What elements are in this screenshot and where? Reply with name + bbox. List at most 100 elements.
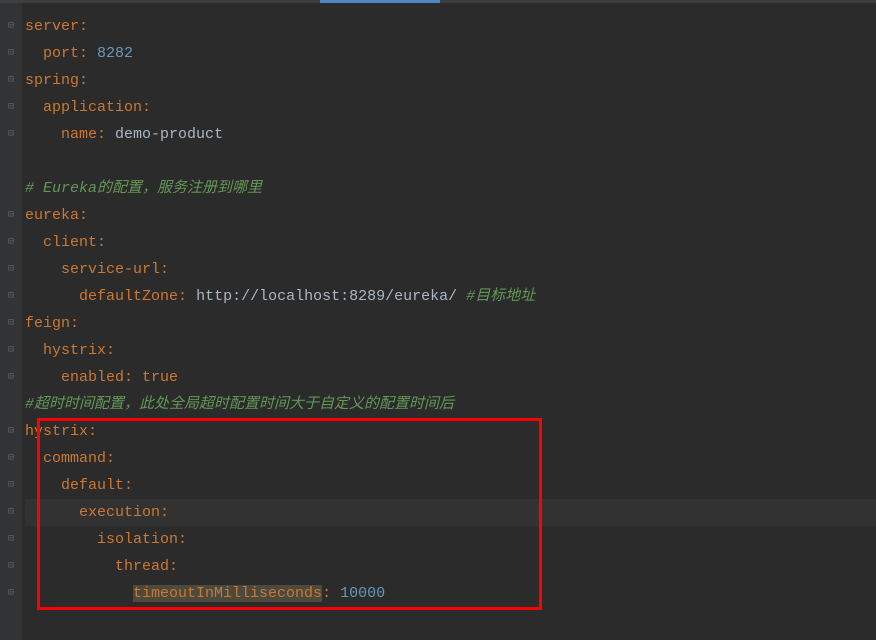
- fold-marker[interactable]: ⊟: [0, 229, 22, 256]
- fold-marker[interactable]: ⊟: [0, 40, 22, 67]
- fold-marker[interactable]: ⊟: [0, 283, 22, 310]
- fold-marker[interactable]: ⊟: [0, 553, 22, 580]
- token-plain: [25, 261, 61, 278]
- code-line[interactable]: execution:: [25, 499, 876, 526]
- token-plain: [25, 369, 61, 386]
- token-key: isolation: [97, 531, 178, 548]
- token-key: default: [61, 477, 124, 494]
- token-colon: :: [97, 234, 106, 251]
- code-line[interactable]: isolation:: [25, 526, 876, 553]
- token-key: application: [43, 99, 142, 116]
- token-key: client: [43, 234, 97, 251]
- token-plain: [25, 477, 61, 494]
- code-line[interactable]: client:: [25, 229, 876, 256]
- code-line[interactable]: name: demo-product: [25, 121, 876, 148]
- token-key: command: [43, 450, 106, 467]
- token-plain: http://localhost:8289/eureka/: [196, 288, 466, 305]
- fold-marker[interactable]: ⊟: [0, 13, 22, 40]
- token-number: 10000: [340, 585, 385, 602]
- token-colon: :: [160, 504, 169, 521]
- code-line[interactable]: command:: [25, 445, 876, 472]
- token-plain: [25, 45, 43, 62]
- code-area[interactable]: server: port: 8282spring: application: n…: [22, 3, 876, 640]
- fold-marker[interactable]: ⊟: [0, 256, 22, 283]
- token-plain: [25, 126, 61, 143]
- token-key: thread: [115, 558, 169, 575]
- code-line[interactable]: service-url:: [25, 256, 876, 283]
- token-plain: [25, 288, 79, 305]
- code-line[interactable]: default:: [25, 472, 876, 499]
- code-line[interactable]: feign:: [25, 310, 876, 337]
- token-key: execution: [79, 504, 160, 521]
- token-comment-gr: #目标地址: [466, 288, 535, 305]
- fold-marker[interactable]: ⊟: [0, 121, 22, 148]
- token-key: hystrix: [43, 342, 106, 359]
- code-line[interactable]: timeoutInMilliseconds: 10000: [25, 580, 876, 607]
- code-line[interactable]: # Eureka的配置，服务注册到哪里: [25, 175, 876, 202]
- token-key: eureka: [25, 207, 79, 224]
- fold-marker[interactable]: [0, 148, 22, 175]
- code-line[interactable]: port: 8282: [25, 40, 876, 67]
- token-colon: :: [142, 99, 151, 116]
- token-key: service-url: [61, 261, 160, 278]
- token-colon: :: [169, 558, 178, 575]
- code-line[interactable]: thread:: [25, 553, 876, 580]
- token-colon: :: [106, 342, 115, 359]
- token-plain: [25, 504, 79, 521]
- token-colon: :: [106, 450, 115, 467]
- token-colon: :: [322, 585, 340, 602]
- token-colon: :: [97, 126, 115, 143]
- token-plain: [25, 531, 97, 548]
- token-number: 8282: [97, 45, 133, 62]
- fold-marker[interactable]: ⊟: [0, 364, 22, 391]
- token-plain: [25, 585, 133, 602]
- code-line[interactable]: #超时时间配置，此处全局超时配置时间大于自定义的配置时间后: [25, 391, 876, 418]
- token-colon: :: [124, 369, 142, 386]
- code-line[interactable]: [25, 148, 876, 175]
- token-colon: :: [124, 477, 133, 494]
- fold-marker[interactable]: [0, 391, 22, 418]
- token-key: port: [43, 45, 79, 62]
- fold-marker[interactable]: ⊟: [0, 472, 22, 499]
- code-line[interactable]: eureka:: [25, 202, 876, 229]
- code-line[interactable]: spring:: [25, 67, 876, 94]
- token-colon: :: [178, 531, 187, 548]
- fold-marker[interactable]: ⊟: [0, 418, 22, 445]
- token-key: name: [61, 126, 97, 143]
- fold-marker[interactable]: ⊟: [0, 580, 22, 607]
- token-plain: [25, 342, 43, 359]
- token-colon: :: [79, 45, 97, 62]
- token-key: timeoutInMilliseconds: [133, 585, 322, 602]
- token-bool: true: [142, 369, 178, 386]
- fold-marker[interactable]: ⊟: [0, 445, 22, 472]
- code-line[interactable]: server:: [25, 13, 876, 40]
- token-key: hystrix: [25, 423, 88, 440]
- fold-marker[interactable]: ⊟: [0, 202, 22, 229]
- fold-marker[interactable]: ⊟: [0, 526, 22, 553]
- token-colon: :: [79, 207, 88, 224]
- code-line[interactable]: hystrix:: [25, 418, 876, 445]
- fold-marker[interactable]: ⊟: [0, 499, 22, 526]
- fold-marker[interactable]: ⊟: [0, 337, 22, 364]
- token-key: feign: [25, 315, 70, 332]
- token-colon: :: [160, 261, 169, 278]
- fold-marker[interactable]: ⊟: [0, 310, 22, 337]
- token-plain: [25, 558, 115, 575]
- fold-marker[interactable]: [0, 175, 22, 202]
- token-plain: [25, 99, 43, 116]
- code-line[interactable]: defaultZone: http://localhost:8289/eurek…: [25, 283, 876, 310]
- gutter: ⊟⊟⊟⊟⊟⊟⊟⊟⊟⊟⊟⊟⊟⊟⊟⊟⊟⊟⊟: [0, 3, 22, 640]
- token-colon: :: [178, 288, 196, 305]
- fold-marker[interactable]: ⊟: [0, 94, 22, 121]
- code-editor[interactable]: ⊟⊟⊟⊟⊟⊟⊟⊟⊟⊟⊟⊟⊟⊟⊟⊟⊟⊟⊟ server: port: 8282sp…: [0, 3, 876, 640]
- code-line[interactable]: enabled: true: [25, 364, 876, 391]
- code-line[interactable]: application:: [25, 94, 876, 121]
- token-key: server: [25, 18, 79, 35]
- token-colon: :: [88, 423, 97, 440]
- token-key: enabled: [61, 369, 124, 386]
- token-colon: :: [70, 315, 79, 332]
- token-comment-gr: #超时时间配置，此处全局超时配置时间大于自定义的配置时间后: [25, 396, 454, 413]
- token-key: spring: [25, 72, 79, 89]
- fold-marker[interactable]: ⊟: [0, 67, 22, 94]
- code-line[interactable]: hystrix:: [25, 337, 876, 364]
